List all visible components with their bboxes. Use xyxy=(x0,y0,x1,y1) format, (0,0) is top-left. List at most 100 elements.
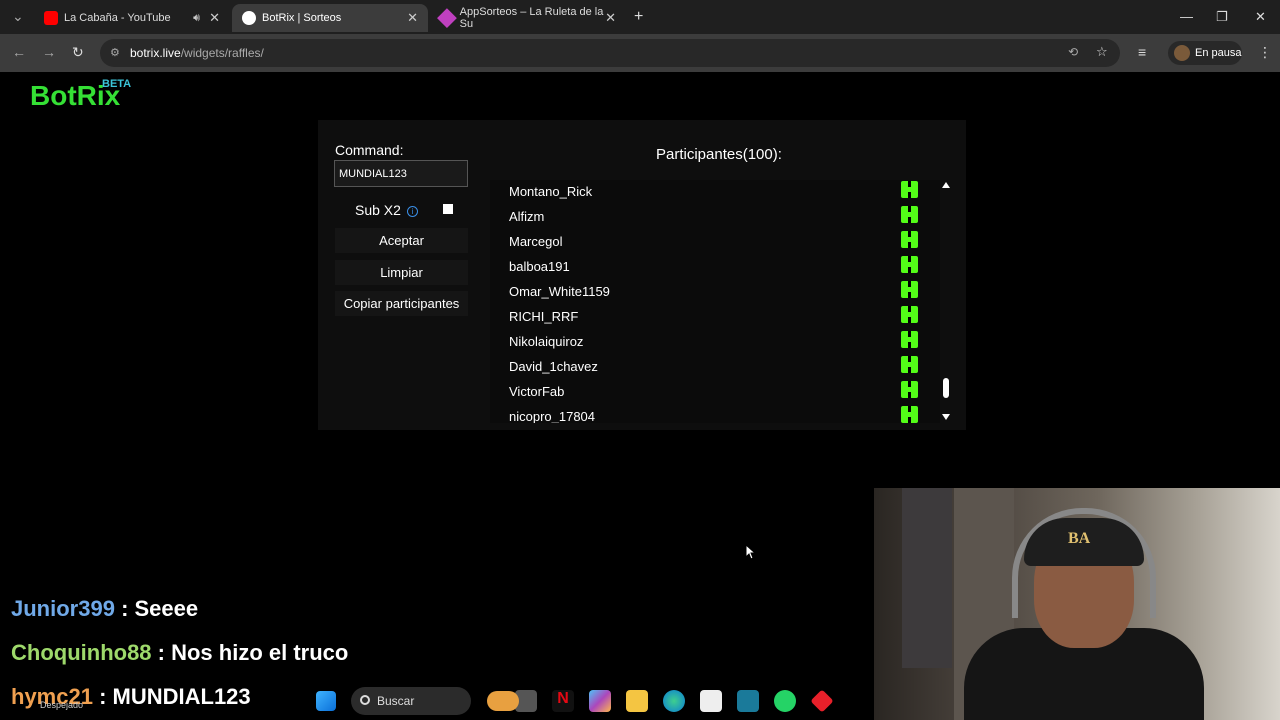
kick-platform-icon xyxy=(901,256,918,273)
file-explorer-icon[interactable] xyxy=(626,690,648,712)
tab-list-chevron-icon[interactable]: ⌄ xyxy=(12,8,24,25)
profile-label: En pausa xyxy=(1195,47,1242,59)
chat-username: Choquinho88 xyxy=(11,640,152,665)
url-host: botrix.live xyxy=(130,46,181,60)
mouse-cursor-icon xyxy=(745,544,757,560)
tab-youtube[interactable]: La Cabaña - YouTube 🔊︎ ✕ xyxy=(34,4,230,32)
participant-row: nicopro_17804 xyxy=(490,406,930,423)
webcam-cap: BA xyxy=(1024,518,1144,566)
reload-icon[interactable]: ↻ xyxy=(72,44,84,61)
subx2-checkbox[interactable] xyxy=(443,204,453,214)
participants-list[interactable]: Montano_Rick Alfizm Marcegol balboa191 Omar_… xyxy=(490,180,940,423)
bookmark-star-icon[interactable]: ☆ xyxy=(1096,44,1108,60)
address-bar[interactable]: botrix.live/widgets/raffles/ ⚙ ⟲ ☆ xyxy=(100,39,1120,67)
participant-row: Montano_Rick xyxy=(490,181,930,206)
chat-username: Junior399 xyxy=(11,596,115,621)
participant-row: VictorFab xyxy=(490,381,930,406)
forward-icon[interactable]: → xyxy=(42,44,56,60)
cap-logo: BA xyxy=(1068,530,1091,547)
tab-title: La Cabaña - YouTube xyxy=(64,12,171,24)
edge-icon[interactable] xyxy=(663,690,685,712)
participant-row: Nikolaiquiroz xyxy=(490,331,930,356)
back-icon[interactable]: ← xyxy=(12,44,26,60)
webcam-curtain xyxy=(902,488,952,668)
taskbar-search[interactable]: Buscar xyxy=(351,687,519,715)
command-input[interactable] xyxy=(334,160,468,187)
browser-menu-icon[interactable]: ⋮ xyxy=(1258,44,1272,61)
translate-icon[interactable]: ⟲ xyxy=(1068,45,1078,59)
appsorteos-icon xyxy=(437,8,457,28)
subx2-label: Sub X2 i xyxy=(355,202,418,218)
kick-platform-icon xyxy=(901,281,918,298)
clear-button[interactable]: Limpiar xyxy=(335,260,468,285)
scroll-down-arrow-icon[interactable] xyxy=(942,414,950,420)
kick-platform-icon xyxy=(901,181,918,198)
chat-message: Choquinho88 : Nos hizo el truco xyxy=(11,640,348,666)
participant-name: Montano_Rick xyxy=(509,184,593,199)
participant-row: Marcegol xyxy=(490,231,930,256)
reading-list-icon[interactable]: ≡ xyxy=(1138,44,1146,60)
avatar xyxy=(1174,45,1190,61)
chat-text: : Nos hizo el truco xyxy=(157,640,349,665)
participant-row: RICHI_RRF xyxy=(490,306,930,331)
chat-text: : MUNDIAL123 xyxy=(99,684,251,709)
webcam-feed: BA xyxy=(874,488,1280,720)
kick-platform-icon xyxy=(901,331,918,348)
close-window-icon[interactable]: ✕ xyxy=(1255,9,1266,25)
participant-name: RICHI_RRF xyxy=(509,309,579,324)
kick-platform-icon xyxy=(901,231,918,248)
participant-name: Marcegol xyxy=(509,234,563,249)
taskbar: Buscar N xyxy=(300,686,880,716)
youtube-icon xyxy=(44,11,58,25)
participants-title: Participantes(100): xyxy=(656,146,782,163)
url-path: /widgets/raffles/ xyxy=(180,46,264,60)
close-tab-icon[interactable]: ✕ xyxy=(209,10,220,26)
participant-name: VictorFab xyxy=(509,384,565,399)
kick-platform-icon xyxy=(901,356,918,373)
scroll-thumb[interactable] xyxy=(943,378,949,398)
copy-participants-button[interactable]: Copiar participantes xyxy=(335,291,468,316)
weather-label: Despejado xyxy=(40,700,84,710)
tab-title: BotRix | Sorteos xyxy=(262,12,342,24)
search-icon xyxy=(360,695,370,705)
tab-botrix[interactable]: BotRix | Sorteos ✕ xyxy=(232,4,428,32)
participant-row: Omar_White1159 xyxy=(490,281,930,306)
game-icon[interactable] xyxy=(737,690,759,712)
kick-platform-icon xyxy=(901,306,918,323)
browser-toolbar: ← → ↻ botrix.live/widgets/raffles/ ⚙ ⟲ ☆… xyxy=(0,34,1280,72)
kick-platform-icon xyxy=(901,381,918,398)
subx2-text: Sub X2 xyxy=(355,202,401,218)
participant-row: Alfizm xyxy=(490,206,930,231)
close-tab-icon[interactable]: ✕ xyxy=(605,10,616,26)
tab-appsorteos[interactable]: AppSorteos – La Ruleta de la Su ✕ xyxy=(430,4,626,32)
chat-message: Junior399 : Seeee xyxy=(11,596,198,622)
participant-name: Nikolaiquiroz xyxy=(509,334,584,349)
profile-button[interactable]: En pausa xyxy=(1168,41,1242,65)
beta-badge: BETA xyxy=(102,78,132,90)
pizza-widget-icon[interactable] xyxy=(487,691,519,711)
speaker-icon[interactable]: 🔊︎ xyxy=(193,12,200,25)
netflix-icon[interactable]: N xyxy=(552,690,574,712)
whatsapp-icon[interactable] xyxy=(774,690,796,712)
new-tab-icon[interactable]: + xyxy=(634,8,643,26)
search-label: Buscar xyxy=(377,694,415,708)
scroll-up-arrow-icon[interactable] xyxy=(942,182,950,188)
minimize-icon[interactable]: — xyxy=(1180,9,1193,24)
store-icon[interactable] xyxy=(700,690,722,712)
copilot-icon[interactable] xyxy=(589,690,611,712)
participant-name: nicopro_17804 xyxy=(509,409,596,423)
app-icon[interactable] xyxy=(810,689,834,713)
tab-title: AppSorteos – La Ruleta de la Su xyxy=(459,6,604,30)
browser-tab-bar: ⌄ La Cabaña - YouTube 🔊︎ ✕ BotRix | Sort… xyxy=(0,0,1280,34)
site-info-icon[interactable]: ⚙ xyxy=(110,46,120,59)
botrix-logo[interactable]: BotRix BETA xyxy=(30,78,131,112)
accept-button[interactable]: Aceptar xyxy=(335,228,468,253)
close-tab-icon[interactable]: ✕ xyxy=(407,10,418,26)
botrix-icon xyxy=(242,11,256,25)
restore-icon[interactable]: ❐ xyxy=(1216,9,1228,25)
participants-scrollbar[interactable] xyxy=(940,180,952,423)
participant-row: David_1chavez xyxy=(490,356,930,381)
windows-start-icon[interactable] xyxy=(316,691,336,711)
info-icon[interactable]: i xyxy=(406,205,418,217)
participant-row: balboa191 xyxy=(490,256,930,281)
